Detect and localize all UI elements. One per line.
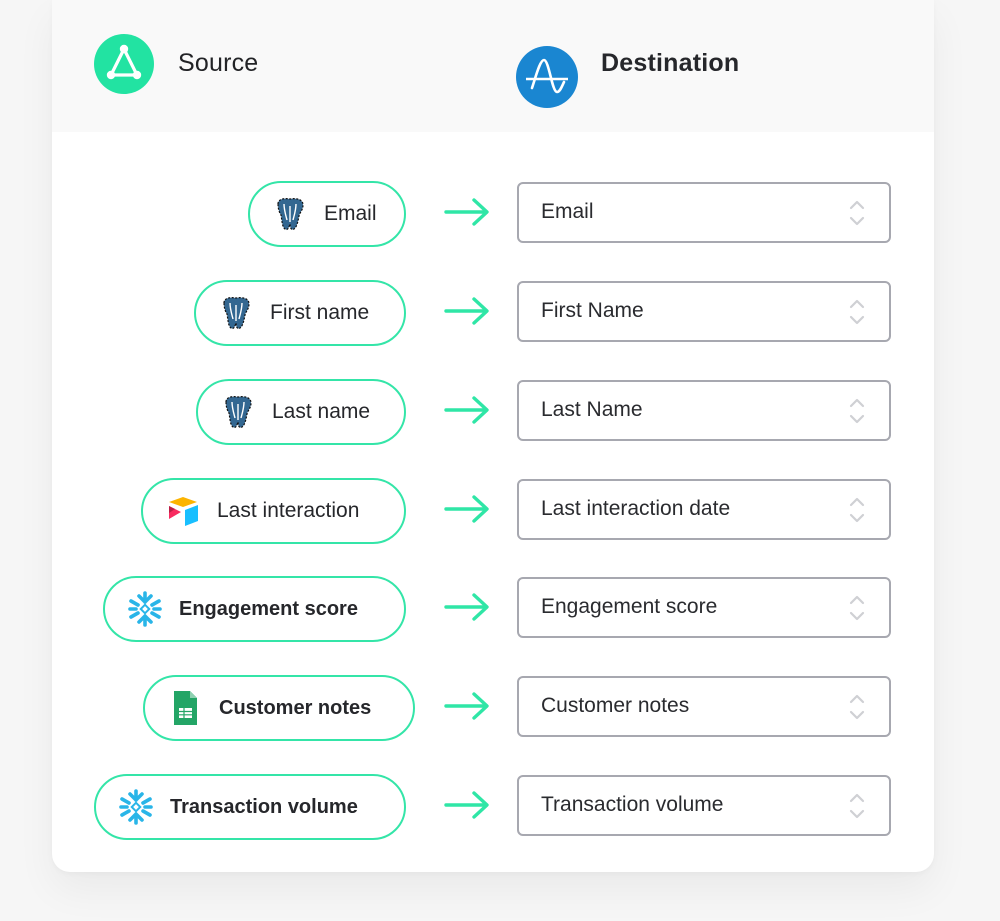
source-field-label: Last interaction <box>217 499 360 522</box>
field-mapping-card: Source Destination Email Email First nam… <box>52 0 934 872</box>
chevron-up-down-icon <box>849 200 865 226</box>
mapping-row: Customer notes Customer notes <box>52 673 934 743</box>
destination-field-value: Engagement score <box>541 595 718 618</box>
destination-field-value: First Name <box>541 299 644 322</box>
source-field-label: Transaction volume <box>170 795 358 818</box>
destination-field-select[interactable]: Transaction volume <box>517 775 891 836</box>
chevron-up-down-icon <box>849 793 865 819</box>
postgresql-icon <box>270 194 310 234</box>
source-field-label: Customer notes <box>219 696 372 719</box>
mapping-row: Transaction volume Transaction volume <box>52 772 934 842</box>
arrow-right-icon <box>444 495 489 523</box>
snowflake-icon <box>125 589 165 629</box>
chevron-up-down-icon <box>849 595 865 621</box>
source-field-label: Engagement score <box>179 597 358 620</box>
chevron-up-down-icon <box>849 398 865 424</box>
source-field-pill[interactable]: Transaction volume <box>94 774 406 840</box>
chevron-up-down-icon <box>849 694 865 720</box>
source-field-pill[interactable]: First name <box>194 280 406 346</box>
arrow-right-icon <box>444 593 489 621</box>
source-field-pill[interactable]: Engagement score <box>103 576 406 642</box>
destination-field-value: Customer notes <box>541 694 690 717</box>
source-field-pill[interactable]: Last name <box>196 379 406 445</box>
mapping-row: Last interaction Last interaction date <box>52 476 934 546</box>
destination-field-value: Last interaction date <box>541 497 731 520</box>
mapping-row: Last name Last Name <box>52 377 934 447</box>
mapping-header: Source Destination <box>52 0 934 132</box>
postgresql-icon <box>216 293 256 333</box>
source-field-label: Email <box>324 202 377 225</box>
source-field-label: Last name <box>272 400 371 423</box>
arrow-right-icon <box>444 692 489 720</box>
destination-field-select[interactable]: Last Name <box>517 380 891 441</box>
destination-field-select[interactable]: Email <box>517 182 891 243</box>
arrow-right-icon <box>444 791 489 819</box>
mapping-row: First name First Name <box>52 278 934 348</box>
mapping-row: Engagement score Engagement score <box>52 574 934 644</box>
source-field-pill[interactable]: Last interaction <box>141 478 406 544</box>
mapping-row: Email Email <box>52 179 934 249</box>
destination-column-title: Destination <box>601 49 740 77</box>
destination-field-select[interactable]: Engagement score <box>517 577 891 638</box>
arrow-right-icon <box>444 396 489 424</box>
destination-field-select[interactable]: Last interaction date <box>517 479 891 540</box>
postgresql-icon <box>218 392 258 432</box>
arrow-right-icon <box>444 297 489 325</box>
census-triangle-icon <box>94 34 154 94</box>
source-field-pill[interactable]: Customer notes <box>143 675 415 741</box>
airtable-icon <box>163 491 203 531</box>
source-column-title: Source <box>178 49 259 77</box>
source-field-label: First name <box>270 301 370 324</box>
destination-field-value: Transaction volume <box>541 793 724 816</box>
amplitude-icon <box>516 46 578 108</box>
destination-field-select[interactable]: First Name <box>517 281 891 342</box>
destination-field-select[interactable]: Customer notes <box>517 676 891 737</box>
destination-field-value: Last Name <box>541 398 643 421</box>
arrow-right-icon <box>444 198 489 226</box>
google-sheets-icon <box>165 688 205 728</box>
chevron-up-down-icon <box>849 299 865 325</box>
chevron-up-down-icon <box>849 497 865 523</box>
destination-field-value: Email <box>541 200 594 223</box>
source-field-pill[interactable]: Email <box>248 181 406 247</box>
snowflake-icon <box>116 787 156 827</box>
